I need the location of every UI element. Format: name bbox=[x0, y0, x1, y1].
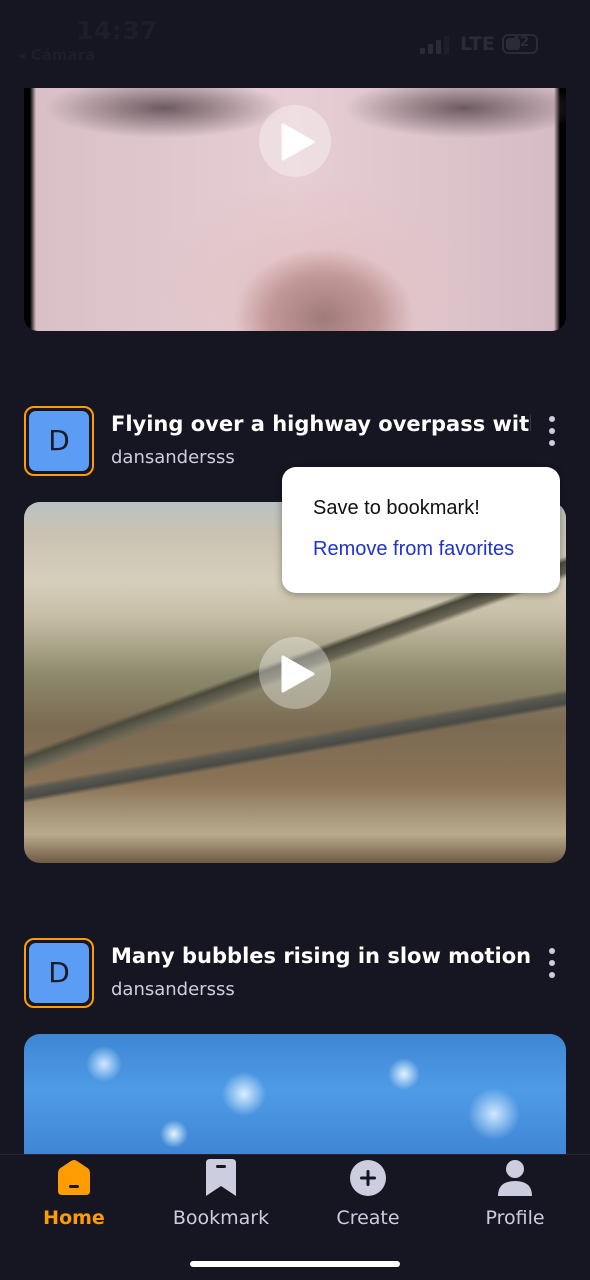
app-screen: 14:37 ◂ Cámara LTE 42 D Flying over a hi… bbox=[0, 0, 590, 1280]
status-time: 14:37 bbox=[76, 16, 159, 45]
post-header: D Many bubbles rising in slow motion i..… bbox=[24, 938, 566, 1008]
play-icon[interactable] bbox=[259, 637, 331, 709]
tab-create[interactable]: Create bbox=[294, 1155, 442, 1255]
video-thumbnail[interactable] bbox=[24, 88, 566, 331]
tab-profile[interactable]: Profile bbox=[441, 1155, 589, 1255]
avatar[interactable]: D bbox=[24, 938, 94, 1008]
remove-from-favorites-item[interactable]: Remove from favorites bbox=[313, 538, 514, 561]
more-options-icon[interactable] bbox=[544, 948, 560, 984]
avatar[interactable]: D bbox=[24, 406, 94, 476]
avatar-letter: D bbox=[29, 411, 89, 471]
video-thumbnail[interactable] bbox=[24, 1034, 566, 1174]
post-title: Many bubbles rising in slow motion i... bbox=[111, 944, 531, 968]
post-author: dansandersss bbox=[111, 447, 235, 468]
bookmark-icon bbox=[202, 1159, 240, 1197]
post-author: dansandersss bbox=[111, 979, 235, 1000]
battery-level: 42 bbox=[510, 35, 530, 50]
battery-icon: 42 bbox=[502, 34, 538, 54]
post-header: D Flying over a highway overpass with...… bbox=[24, 406, 566, 476]
home-indicator[interactable] bbox=[190, 1261, 400, 1267]
home-icon bbox=[55, 1159, 93, 1197]
tab-profile-label: Profile bbox=[485, 1207, 545, 1229]
save-to-bookmark-item[interactable]: Save to bookmark! bbox=[313, 497, 480, 520]
play-icon[interactable] bbox=[259, 105, 331, 177]
tab-home[interactable]: Home bbox=[0, 1155, 148, 1255]
post-title: Flying over a highway overpass with... bbox=[111, 412, 531, 436]
plus-circle-icon bbox=[349, 1159, 387, 1197]
tab-home-label: Home bbox=[43, 1207, 105, 1229]
network-label: LTE bbox=[460, 33, 495, 55]
tab-create-label: Create bbox=[336, 1207, 400, 1229]
more-options-icon[interactable] bbox=[544, 416, 560, 452]
person-icon bbox=[496, 1159, 534, 1197]
tab-bookmark[interactable]: Bookmark bbox=[147, 1155, 295, 1255]
tab-bookmark-label: Bookmark bbox=[172, 1207, 270, 1229]
status-bar: 14:37 ◂ Cámara LTE 42 bbox=[0, 0, 590, 80]
post-options-menu: Save to bookmark! Remove from favorites bbox=[282, 467, 560, 593]
back-to-camera-link[interactable]: ◂ Cámara bbox=[18, 46, 95, 64]
signal-icon bbox=[420, 36, 450, 54]
avatar-letter: D bbox=[29, 943, 89, 1003]
